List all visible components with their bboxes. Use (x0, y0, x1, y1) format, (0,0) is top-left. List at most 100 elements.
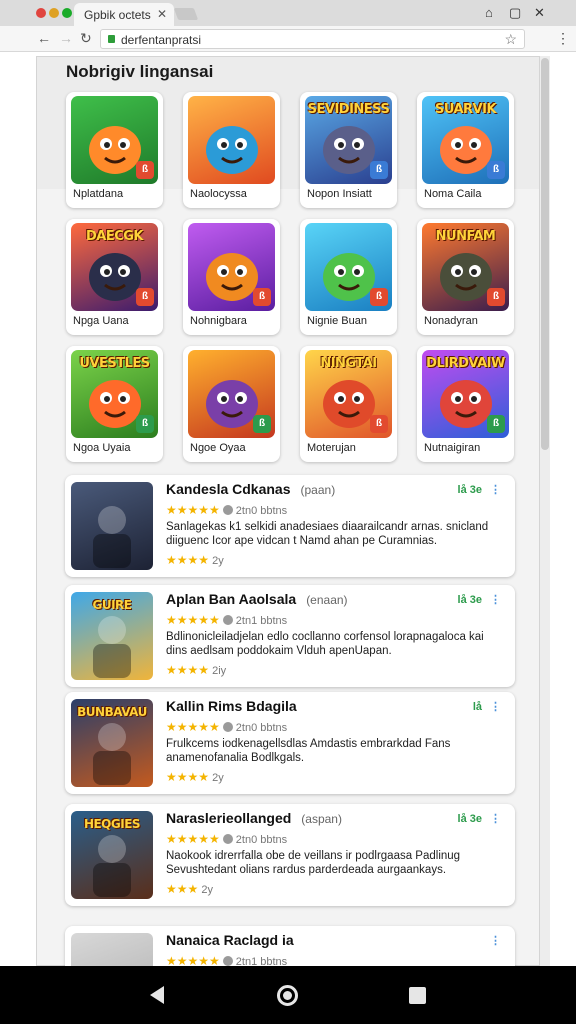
reload-icon[interactable]: ↻ (80, 30, 92, 47)
app-tile-badge: ß (487, 288, 505, 306)
app-tile[interactable]: ß Ngoe Oyaa (183, 346, 280, 462)
app-card-actions[interactable]: ⋮ (482, 934, 501, 947)
app-card-actions[interactable]: lå 3e ⋮ (458, 483, 501, 496)
app-list-card[interactable]: Kandesla Cdkanas (paan) ★★★★★ 2tn0 bbtns San… (65, 475, 515, 577)
app-card-tag: (aspan) (301, 812, 342, 826)
footer-age: 2iy (212, 665, 227, 677)
app-tile-artwork: NUNFAM ß (422, 223, 509, 311)
app-card-title[interactable]: Kallin Rims Bdagila (166, 698, 297, 714)
app-card-art-title: GUIRE (92, 598, 133, 612)
reviews-icon (222, 615, 233, 625)
app-tile[interactable]: ß Nohnigbara (183, 219, 280, 335)
app-tile-label: Nignie Buan (307, 315, 367, 327)
app-list-card[interactable]: HEQGIES Naraslerieollanged (aspan) ★★★★★ 2tn… (65, 804, 515, 906)
app-tile[interactable]: NINGTAI ß Moterujan (300, 346, 397, 462)
maximize-window-dot[interactable] (62, 8, 72, 18)
address-url: derfentanpratsi (121, 33, 202, 47)
app-card-action-text[interactable]: lå 3e (458, 484, 482, 496)
close-window-dot[interactable] (36, 8, 46, 18)
back-arrow-icon[interactable]: ← (37, 30, 51, 46)
home-icon[interactable]: ⌂ (485, 5, 493, 20)
app-tile-label: Nohnigbara (190, 315, 247, 327)
address-bar[interactable]: derfentanpratsi ☆ (100, 29, 525, 49)
reviews-icon (222, 834, 233, 844)
forward-arrow-icon[interactable]: → (59, 30, 73, 46)
app-card-actions[interactable]: lå ⋮ (473, 700, 501, 713)
app-card-actions[interactable]: lå 3e ⋮ (458, 812, 501, 825)
app-card-footer: ★★★★ 2iy (166, 663, 226, 677)
back-triangle-icon[interactable] (150, 986, 164, 1004)
footer-age: 2y (212, 772, 224, 784)
restore-window-icon[interactable]: ▢ (509, 5, 521, 21)
app-tile[interactable]: ß Nignie Buan (300, 219, 397, 335)
section-title: Nobrigiv lingansai (66, 62, 214, 81)
app-tile-badge: ß (136, 288, 154, 306)
more-options-icon[interactable]: ⋮ (490, 701, 501, 713)
more-options-icon[interactable]: ⋮ (490, 813, 501, 825)
app-list-card[interactable]: GUIRE Aplan Ban Aaolsala (enaan) ★★★★★ 2tn1 … (65, 585, 515, 687)
app-tile[interactable]: DLIRDVAIW ß Nutnaigiran (417, 346, 514, 462)
scrollbar-thumb[interactable] (541, 58, 549, 450)
close-window-icon[interactable]: ✕ (534, 5, 545, 21)
app-tile-label: Naolocyssa (190, 188, 247, 200)
rating-count: 2tn0 bbtns (235, 834, 288, 846)
new-tab-button[interactable] (173, 8, 199, 20)
tab-title: Gpbik octets (84, 8, 151, 22)
app-card-title[interactable]: Aplan Ban Aaolsala (enaan) (166, 591, 348, 607)
app-card-rating: ★★★★★ 2tn1 bbtns (166, 613, 287, 627)
minimize-window-dot[interactable] (49, 8, 59, 18)
app-tile[interactable]: Naolocyssa (183, 92, 280, 208)
bookmark-star-icon[interactable]: ☆ (504, 31, 517, 48)
app-tile-art-title: NUNFAM (435, 229, 496, 244)
app-tile-artwork: ß (305, 223, 392, 311)
app-card-description: Sanlagekas k1 selkidi anadesiaes diaarai… (166, 521, 489, 547)
footer-stars: ★★★★ (166, 770, 210, 784)
app-card-title[interactable]: Kandesla Cdkanas (paan) (166, 481, 335, 497)
app-tile-artwork: DAECGK ß (71, 223, 158, 311)
app-tile-badge: ß (487, 415, 505, 433)
home-circle-icon[interactable] (277, 985, 298, 1006)
app-card-description: Frulkcems iodkenagellsdlas Amdastis embr… (166, 738, 451, 764)
app-card-thumbnail (71, 482, 153, 570)
app-tile-art-title: DAECGK (85, 229, 144, 244)
app-tile-label: Nonadyran (424, 315, 478, 327)
more-options-icon[interactable]: ⋮ (490, 484, 501, 496)
app-card-action-text[interactable]: lå (473, 701, 482, 713)
app-list-card[interactable]: BUNBAVAU Kallin Rims Bdagila ★★★★★ 2tn0 bbt… (65, 692, 515, 794)
app-card-actions[interactable]: lå 3e ⋮ (458, 593, 501, 606)
app-card-footer: ★★★ 2y (166, 882, 213, 896)
app-tile[interactable]: DAECGK ß Npga Uana (66, 219, 163, 335)
app-tile-label: Ngoa Uyaia (73, 442, 131, 454)
lock-icon (108, 35, 115, 43)
app-tile-badge: ß (370, 288, 388, 306)
app-card-title[interactable]: Naraslerieollanged (aspan) (166, 810, 342, 826)
app-tile[interactable]: SUARVIK ß Noma Caila (417, 92, 514, 208)
app-tile-badge: ß (136, 415, 154, 433)
app-card-action-text[interactable]: lå 3e (458, 594, 482, 606)
more-options-icon[interactable]: ⋮ (490, 935, 501, 947)
rating-stars: ★★★★★ (166, 832, 220, 846)
app-tile[interactable]: SEVIDINESS ß Nopon Insiatt (300, 92, 397, 208)
rating-count: 2tn1 bbtns (235, 615, 288, 627)
app-card-title[interactable]: Nanaica Raclagd ia (166, 932, 294, 948)
tab-close-icon[interactable]: ✕ (157, 7, 167, 21)
footer-stars: ★★★ (166, 882, 199, 896)
footer-stars: ★★★★ (166, 553, 210, 567)
app-card-title-text: Nanaica Raclagd ia (166, 932, 294, 948)
app-tile-label: Nopon Insiatt (307, 188, 372, 200)
app-tile[interactable]: NUNFAM ß Nonadyran (417, 219, 514, 335)
app-card-art-title: BUNBAVAU (77, 705, 147, 719)
app-tile[interactable]: ß Nplatdana (66, 92, 163, 208)
app-card-action-text[interactable]: lå 3e (458, 813, 482, 825)
app-card-thumbnail: HEQGIES (71, 811, 153, 899)
app-card-description: Naokook idrerrfalla obe de veillans ir p… (166, 850, 461, 876)
more-options-icon[interactable]: ⋮ (490, 594, 501, 606)
browser-titlebar: Gpbik octets ✕ ⌂ ▢ ✕ (0, 0, 576, 26)
browser-menu-icon[interactable]: ⋮ (556, 30, 570, 47)
recents-square-icon[interactable] (409, 987, 426, 1004)
app-tile-label: Ngoe Oyaa (190, 442, 246, 454)
app-card-rating: ★★★★★ 2tn0 bbtns (166, 503, 287, 517)
reviews-icon (222, 722, 233, 732)
app-tile[interactable]: UVESTLES ß Ngoa Uyaia (66, 346, 163, 462)
browser-tab[interactable]: Gpbik octets ✕ (74, 3, 174, 26)
